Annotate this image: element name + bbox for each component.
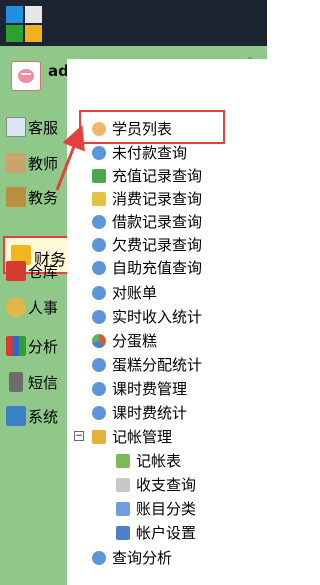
app-window: admin ▼ ᵖ 客服 教师 教务 财务 仓库 人事: [0, 0, 267, 585]
annotation-arrow: [55, 124, 85, 191]
